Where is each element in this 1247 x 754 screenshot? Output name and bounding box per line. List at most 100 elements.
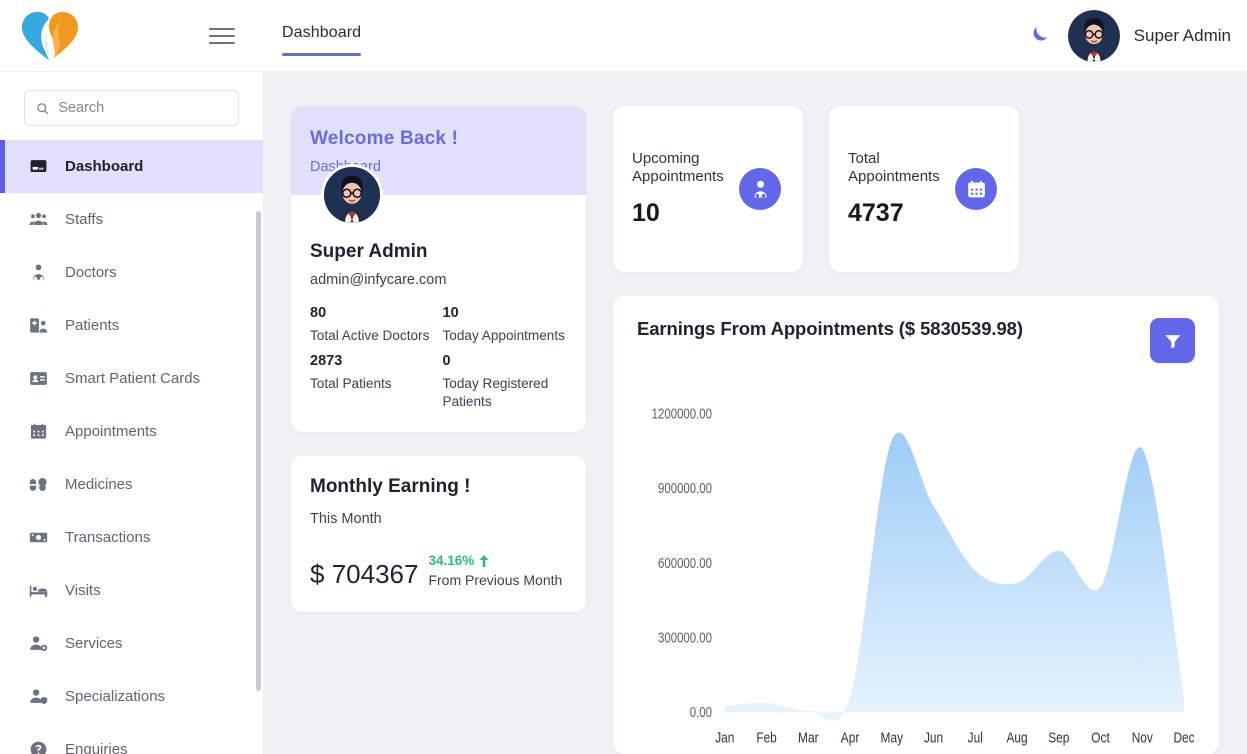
- monthly-earning-card: Monthly Earning ! This Month $ 704367 34…: [291, 456, 586, 613]
- svg-text:Mar: Mar: [798, 729, 819, 746]
- left-column: Welcome Back ! Dashboard Super Admin adm…: [291, 106, 586, 754]
- sidebar-search-wrap: [0, 72, 263, 140]
- search-box[interactable]: [24, 90, 239, 126]
- welcome-stat-value: 0: [442, 353, 451, 370]
- svg-text:Apr: Apr: [841, 729, 860, 746]
- calendar-icon: [30, 423, 47, 439]
- welcome-user-name: Super Admin: [310, 241, 428, 262]
- sidebar-item-visits[interactable]: Visits: [0, 564, 263, 617]
- user-gear-icon: [30, 636, 48, 652]
- svg-text:Nov: Nov: [1132, 729, 1153, 746]
- svg-text:Oct: Oct: [1091, 729, 1110, 746]
- earnings-area-chart: 0.00 300000.00 600000.00 900000.00 1200000.0…: [652, 405, 1195, 746]
- svg-text:Jul: Jul: [968, 729, 983, 746]
- sidebar-item-smart-patient-cards[interactable]: Smart Patient Cards: [0, 352, 263, 405]
- stat-card-badge: [955, 168, 997, 210]
- sidebar-item-transactions[interactable]: Transactions: [0, 511, 263, 564]
- sidebar-item-dashboard[interactable]: Dashboard: [0, 140, 263, 193]
- filter-icon: [1165, 334, 1180, 348]
- sidebar-item-appointments[interactable]: Appointments: [0, 405, 263, 458]
- stat-card-badge: [739, 168, 781, 210]
- main-content: Welcome Back ! Dashboard Super Admin adm…: [263, 72, 1247, 754]
- sidebar-item-enquiries[interactable]: Enquiries: [0, 723, 263, 754]
- monthly-earning-title: Monthly Earning !: [310, 476, 471, 498]
- svg-text:Aug: Aug: [1006, 729, 1027, 746]
- sidebar-item-staffs[interactable]: Staffs: [0, 193, 263, 246]
- svg-text:600000.00: 600000.00: [658, 555, 712, 572]
- sidebar-item-label: Dashboard: [65, 158, 144, 175]
- sidebar-item-label: Patients: [65, 317, 120, 334]
- sidebar-item-label: Doctors: [65, 264, 117, 281]
- hamburger-icon-line: [209, 41, 235, 44]
- user-shield-icon: [30, 689, 48, 705]
- earnings-chart-plot: 0.00 300000.00 600000.00 900000.00 1200000.0…: [637, 373, 1195, 754]
- welcome-title: Welcome Back !: [310, 128, 459, 149]
- svg-text:May: May: [881, 729, 904, 746]
- change-percent-value: 34.16%: [428, 553, 475, 569]
- welcome-stat-label: Total Active Doctors: [310, 328, 430, 343]
- menu-toggle-button[interactable]: [200, 14, 244, 58]
- body: Dashboard Staffs: [0, 72, 1247, 754]
- sidebar-item-doctors[interactable]: Doctors: [0, 246, 263, 299]
- stat-card-row: Upcoming Appointments 10 Total Appointme…: [613, 106, 1219, 272]
- stat-card-label: Upcoming Appointments: [632, 150, 724, 185]
- sidebar-item-label: Enquiries: [65, 741, 128, 754]
- right-column: Upcoming Appointments 10 Total Appointme…: [613, 106, 1219, 754]
- moon-icon[interactable]: [1026, 24, 1050, 48]
- avatar: [1067, 9, 1120, 62]
- sidebar-item-specializations[interactable]: Specializations: [0, 670, 263, 723]
- welcome-stat: 0 Today Registered Patients: [443, 353, 568, 410]
- change-note: From Previous Month: [428, 572, 563, 589]
- patients-icon: [30, 318, 48, 333]
- sidebar-item-label: Services: [65, 635, 123, 652]
- welcome-card-body: Super Admin admin@infycare.com 80 Total …: [291, 164, 586, 432]
- doctor-icon: [32, 264, 45, 281]
- sidebar-item-label: Specializations: [65, 688, 166, 705]
- sidebar-item-patients[interactable]: Patients: [0, 299, 263, 352]
- hamburger-icon-line: [209, 27, 235, 30]
- question-circle-icon: [30, 741, 47, 754]
- brand-logo[interactable]: [0, 8, 100, 64]
- svg-text:Dec: Dec: [1173, 729, 1194, 746]
- earnings-chart-card: Earnings From Appointments ($ 5830539.98…: [613, 296, 1219, 754]
- sidebar-item-services[interactable]: Services: [0, 617, 263, 670]
- money-icon: [29, 532, 48, 543]
- sidebar-menu: Dashboard Staffs Doctors Patients Smart …: [0, 140, 263, 754]
- hospital-bed-icon: [29, 585, 48, 597]
- doctor-badge-icon: [753, 180, 767, 197]
- pills-icon: [29, 478, 47, 491]
- earnings-chart-header: Earnings From Appointments ($ 5830539.98…: [637, 318, 1195, 363]
- id-card-icon: [30, 372, 47, 385]
- sidebar-item-label: Transactions: [65, 529, 151, 546]
- welcome-stat-value: 10: [442, 305, 459, 321]
- hamburger-icon-line: [209, 34, 235, 37]
- stat-card-upcoming-appointments: Upcoming Appointments 10: [613, 106, 803, 272]
- welcome-stat: 80 Total Active Doctors: [310, 305, 435, 344]
- svg-text:Jun: Jun: [924, 729, 943, 746]
- earnings-chart-title: Earnings From Appointments ($ 5830539.98…: [637, 318, 1023, 339]
- welcome-stat-label: Today Registered Patients: [442, 376, 549, 409]
- dashboard-page: Dashboard Super Admin Search Dashboard S…: [0, 0, 1247, 754]
- filter-button[interactable]: [1150, 318, 1195, 363]
- sidebar-scrollbar-thumb[interactable]: [256, 211, 261, 691]
- sidebar-item-label: Staffs: [65, 211, 104, 228]
- user-name-label: Super Admin: [1133, 25, 1231, 45]
- top-bar-right: Super Admin: [1026, 9, 1247, 62]
- svg-text:Sep: Sep: [1048, 729, 1069, 746]
- welcome-user-email: admin@infycare.com: [310, 272, 447, 288]
- stat-card-total-appointments: Total Appointments 4737: [829, 106, 1019, 272]
- sidebar-item-label: Appointments: [65, 423, 157, 440]
- sidebar-item-label: Smart Patient Cards: [65, 370, 201, 387]
- monthly-earning-row: $ 704367 34.16% From Previous Month: [310, 553, 567, 590]
- top-bar: Dashboard Super Admin: [0, 0, 1247, 72]
- svg-text:Feb: Feb: [756, 729, 776, 746]
- welcome-stat-label: Today Appointments: [442, 328, 565, 343]
- search-input[interactable]: [58, 100, 227, 116]
- sidebar-item-medicines[interactable]: Medicines: [0, 458, 263, 511]
- user-menu[interactable]: Super Admin: [1067, 9, 1231, 62]
- welcome-stat-label: Total Patients: [310, 376, 392, 392]
- welcome-stat: 10 Today Appointments: [443, 305, 568, 344]
- dashboard-icon: [30, 160, 47, 173]
- welcome-stat-value: 80: [310, 305, 327, 321]
- tab-dashboard[interactable]: Dashboard: [282, 24, 362, 56]
